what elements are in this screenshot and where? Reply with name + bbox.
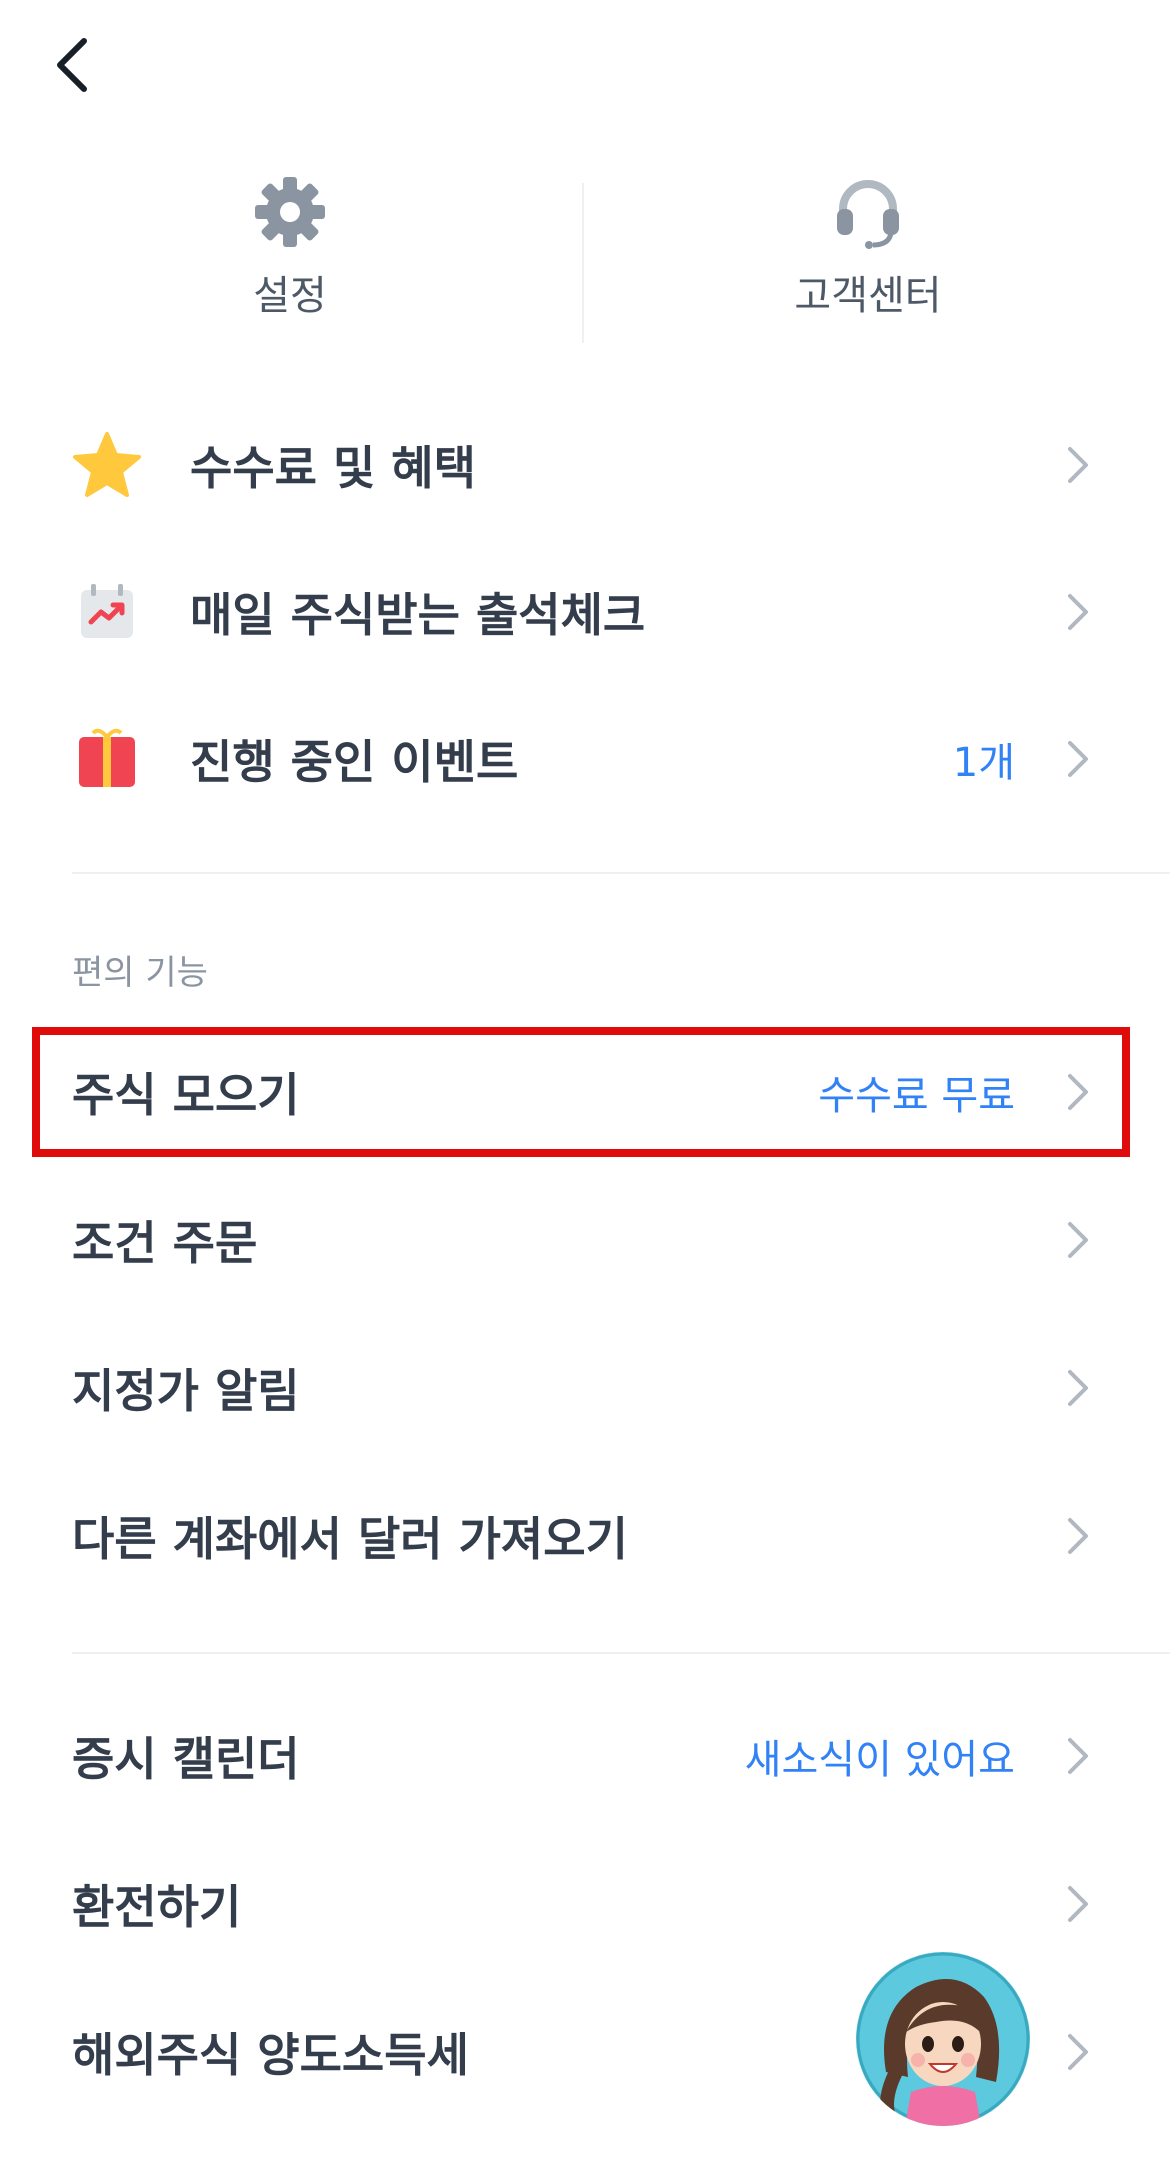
chevron-right-icon <box>1058 1516 1098 1556</box>
gear-icon <box>255 177 325 247</box>
benefits-label: 수수료 및 혜택 <box>190 441 476 495</box>
chevron-right-icon <box>1058 1220 1098 1260</box>
capital-gains-tax-label: 해외주식 양도소득세 <box>72 2028 469 2082</box>
exchange-label: 환전하기 <box>72 1880 242 1934</box>
attendance-check-row[interactable]: 매일 주식받는 출석체크 <box>0 552 1170 672</box>
conditional-order-row[interactable]: 조건 주문 <box>0 1180 1170 1300</box>
dollar-transfer-label: 다른 계좌에서 달러 가져오기 <box>72 1512 628 1566</box>
star-icon <box>72 430 142 500</box>
chevron-right-icon <box>1058 445 1098 485</box>
market-calendar-row[interactable]: 증시 캘린더 새소식이 있어요 <box>0 1696 1170 1816</box>
chevron-right-icon <box>1058 1736 1098 1776</box>
customer-center-button[interactable]: 고객센터 <box>718 175 1018 345</box>
calendar-check-icon <box>72 577 142 647</box>
avatar-icon <box>856 1952 1030 2126</box>
chevron-right-icon <box>1058 1072 1098 1112</box>
settings-button[interactable]: 설정 <box>140 175 440 345</box>
chevron-right-icon <box>1058 2032 1098 2072</box>
stock-accumulation-label: 주식 모으기 <box>72 1068 300 1122</box>
attendance-check-label: 매일 주식받는 출석체크 <box>190 588 646 642</box>
events-count: 1개 <box>952 740 1015 786</box>
chevron-right-icon <box>1058 592 1098 632</box>
headset-icon <box>837 180 899 249</box>
customer-center-label: 고객센터 <box>794 273 942 319</box>
chevron-left-icon <box>57 38 87 92</box>
price-alert-label: 지정가 알림 <box>72 1364 300 1418</box>
market-calendar-value: 새소식이 있어요 <box>744 1737 1015 1783</box>
chevron-right-icon <box>1058 739 1098 779</box>
benefits-row[interactable]: 수수료 및 혜택 <box>0 405 1170 525</box>
section-label-convenience: 편의 기능 <box>72 953 208 993</box>
chevron-right-icon <box>1058 1368 1098 1408</box>
chevron-right-icon <box>1058 1884 1098 1924</box>
dollar-transfer-row[interactable]: 다른 계좌에서 달러 가져오기 <box>0 1476 1170 1596</box>
top-shortcuts: 설정 고객센터 <box>0 175 1170 345</box>
section-divider <box>72 872 1170 874</box>
settings-label: 설정 <box>253 273 327 319</box>
events-row[interactable]: 진행 중인 이벤트 1개 <box>0 699 1170 819</box>
section-divider <box>72 1652 1170 1654</box>
floating-avatar-button[interactable] <box>856 1952 1030 2126</box>
back-button[interactable] <box>40 30 104 100</box>
exchange-row[interactable]: 환전하기 <box>0 1844 1170 1964</box>
stock-accumulation-value: 수수료 무료 <box>818 1073 1015 1119</box>
conditional-order-label: 조건 주문 <box>72 1216 258 1270</box>
stock-accumulation-row[interactable]: 주식 모으기 수수료 무료 <box>0 1032 1170 1152</box>
events-label: 진행 중인 이벤트 <box>190 735 519 789</box>
gift-icon <box>72 724 142 794</box>
price-alert-row[interactable]: 지정가 알림 <box>0 1328 1170 1448</box>
market-calendar-label: 증시 캘린더 <box>72 1732 300 1786</box>
shortcut-divider <box>582 183 584 343</box>
